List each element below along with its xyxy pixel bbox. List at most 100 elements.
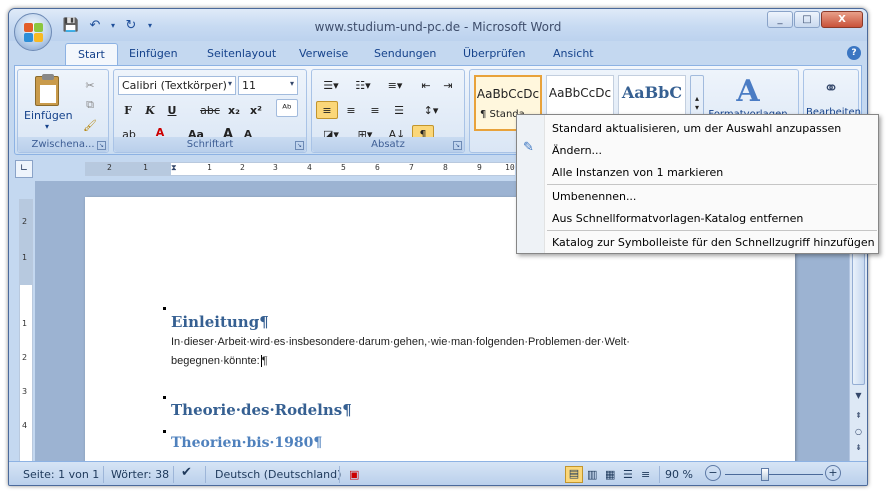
font-size-combo[interactable]: 11 ▾: [238, 76, 298, 95]
cut-icon[interactable]: ✂: [80, 76, 100, 94]
previous-page-icon[interactable]: ⇞: [852, 411, 865, 424]
paste-button[interactable]: Einfügen ▾: [24, 74, 73, 134]
help-icon[interactable]: ?: [847, 46, 861, 60]
strikethrough-button[interactable]: abc: [198, 101, 222, 119]
justify-icon[interactable]: ☰: [388, 101, 410, 119]
paragraph-launcher-icon[interactable]: ↘: [453, 141, 462, 150]
ruler-tick: 10: [505, 163, 515, 172]
bullets-icon[interactable]: ☰▾: [316, 76, 346, 94]
window-title: www.studium-und-pc.de - Microsoft Word: [314, 20, 562, 34]
tab-ansicht[interactable]: Ansicht: [553, 47, 594, 60]
ribbon-tabs: Start Einfügen Seitenlayout Verweise Sen…: [9, 41, 867, 65]
decrease-indent-icon[interactable]: ⇤: [416, 76, 436, 94]
outline-icon[interactable]: ☰: [623, 468, 633, 481]
pilcrow: ¶: [261, 355, 268, 367]
tab-einfuegen[interactable]: Einfügen: [129, 47, 178, 60]
divider: [173, 466, 174, 483]
divider: [205, 466, 206, 483]
browse-object-icon[interactable]: ○: [852, 427, 865, 440]
format-painter-icon[interactable]: 🖌: [80, 116, 100, 134]
heading-marker: [163, 307, 166, 310]
ruler-tick: 1: [207, 163, 212, 172]
numbering-icon[interactable]: ☷▾: [348, 76, 378, 94]
zoom-out-button[interactable]: −: [705, 465, 721, 481]
align-center-icon[interactable]: ≡: [340, 101, 362, 119]
ruler-tick: 4: [307, 163, 312, 172]
align-right-icon[interactable]: ≡: [364, 101, 386, 119]
ruler-tick: 3: [22, 387, 28, 396]
heading-marker: [163, 396, 166, 399]
clipboard-launcher-icon[interactable]: ↘: [97, 141, 106, 150]
office-button[interactable]: [14, 13, 52, 51]
web-layout-icon[interactable]: ▦: [605, 468, 615, 481]
tab-selector-icon[interactable]: ∟: [15, 160, 33, 178]
ruler-tick: 2: [22, 353, 28, 362]
zoom-level[interactable]: 90 %: [665, 468, 693, 481]
macro-record-icon[interactable]: ▣: [349, 468, 359, 481]
group-paragraph: ☰▾ ☷▾ ≡▾ ⇤ ⇥ ≡ ≡ ≡ ☰ ↕▾ ◪▾ ⊞▾ A↓ ¶ Absat…: [311, 69, 465, 153]
copy-icon[interactable]: ⧉: [80, 96, 100, 114]
heading-theorien-bis-1980[interactable]: Theorien·bis·1980¶: [171, 435, 322, 451]
maximize-button[interactable]: □: [794, 11, 820, 28]
menu-item-update-style[interactable]: Standard aktualisieren, um der Auswahl a…: [552, 122, 841, 135]
draft-icon[interactable]: ≡: [641, 468, 650, 481]
minimize-button[interactable]: _: [767, 11, 793, 28]
increase-indent-icon[interactable]: ⇥: [438, 76, 458, 94]
paste-label: Einfügen: [24, 109, 73, 122]
ruler-tick: 5: [341, 163, 346, 172]
close-button[interactable]: X: [821, 11, 863, 28]
ruler-margin-top: [20, 199, 32, 285]
language[interactable]: Deutsch (Deutschland): [215, 468, 341, 481]
full-screen-reading-icon[interactable]: ▥: [587, 468, 597, 481]
ruler-margin-left: [85, 163, 171, 175]
clear-formatting-icon[interactable]: ᴬᵇ: [276, 99, 298, 117]
page-count[interactable]: Seite: 1 von 1: [23, 468, 99, 481]
italic-button[interactable]: K: [140, 101, 160, 119]
edit-button[interactable]: ⚭ Bearbeiten: [806, 78, 861, 118]
underline-button[interactable]: U: [162, 101, 182, 119]
menu-item-modify[interactable]: Ändern...: [552, 144, 602, 157]
menu-separator: [547, 184, 877, 185]
menu-item-rename[interactable]: Umbenennen...: [552, 190, 636, 203]
menu-item-add-to-qat[interactable]: Katalog zur Symbolleiste für den Schnell…: [552, 236, 875, 249]
tab-ueberpruefen[interactable]: Überprüfen: [463, 47, 525, 60]
superscript-button[interactable]: x²: [246, 101, 266, 119]
ruler-tick: 2: [22, 217, 28, 226]
align-left-icon[interactable]: ≡: [316, 101, 338, 119]
window-controls: _ □ X: [767, 11, 863, 28]
group-clipboard: Einfügen ▾ ✂ ⧉ 🖌 Zwischena... ↘: [17, 69, 109, 153]
ruler-tick: 8: [443, 163, 448, 172]
heading-theorie-des-rodelns[interactable]: Theorie·des·Rodelns¶: [171, 401, 352, 419]
tab-verweise[interactable]: Verweise: [299, 47, 348, 60]
paragraph-line-2[interactable]: begegnen·könnte: ¶: [171, 355, 268, 367]
zoom-slider-thumb[interactable]: [761, 468, 769, 481]
zoom-in-button[interactable]: +: [825, 465, 841, 481]
line-spacing-icon[interactable]: ↕▾: [416, 101, 446, 119]
paragraph-line-1[interactable]: In·dieser·Arbeit·wird·es·insbesondere·da…: [171, 336, 630, 348]
clipboard-group-label: Zwischena...: [18, 137, 108, 152]
tab-start[interactable]: Start: [65, 43, 118, 65]
style-context-menu: Standard aktualisieren, um der Auswahl a…: [516, 114, 879, 254]
menu-item-select-all-instances[interactable]: Alle Instanzen von 1 markieren: [552, 166, 723, 179]
menu-item-remove-from-gallery[interactable]: Aus Schnellformatvorlagen-Katalog entfer…: [552, 212, 803, 225]
indent-marker-icon[interactable]: ⧗: [171, 163, 177, 173]
heading-einleitung[interactable]: Einleitung¶: [171, 313, 269, 331]
horizontal-ruler[interactable]: 2 1 ⧗ 1 2 3 4 5 6 7 8 9 10: [85, 162, 515, 176]
print-layout-icon[interactable]: ▤: [565, 466, 583, 483]
font-family-value: Calibri (Textkörper): [122, 79, 227, 92]
next-page-icon[interactable]: ⇟: [852, 443, 865, 456]
bold-button[interactable]: F: [118, 101, 138, 119]
tab-seitenlayout[interactable]: Seitenlayout: [207, 47, 276, 60]
multilevel-list-icon[interactable]: ≡▾: [380, 76, 410, 94]
font-launcher-icon[interactable]: ↘: [295, 141, 304, 150]
style-sample-standard: AaBbCcDc: [476, 87, 540, 101]
vertical-ruler[interactable]: 2 1 1 2 3 4: [19, 199, 33, 461]
zoom-slider[interactable]: [725, 474, 823, 475]
word-count[interactable]: Wörter: 38: [111, 468, 169, 481]
scroll-down-icon[interactable]: ▼: [852, 391, 865, 404]
tab-sendungen[interactable]: Sendungen: [374, 47, 436, 60]
font-family-combo[interactable]: Calibri (Textkörper) ▾: [118, 76, 236, 95]
subscript-button[interactable]: x₂: [224, 101, 244, 119]
style-sample-no-spacing: AaBbCcDc: [548, 86, 612, 100]
proofing-icon[interactable]: ✔: [181, 465, 192, 480]
